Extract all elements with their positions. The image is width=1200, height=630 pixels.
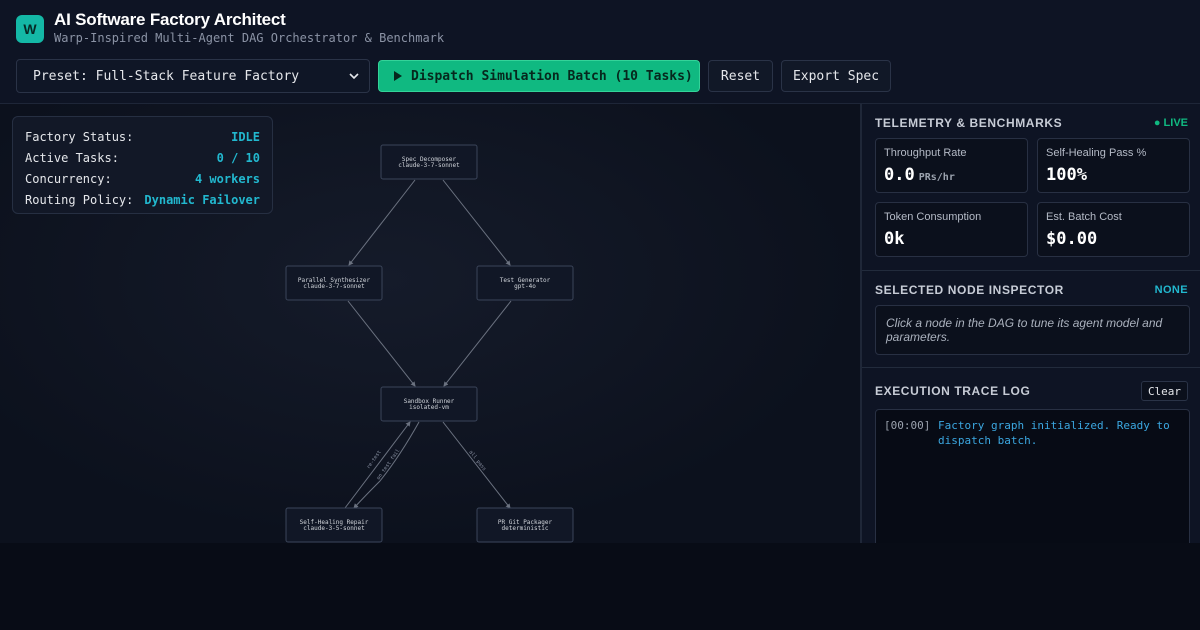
execution-trace-log[interactable]: [00:00] Factory graph initialized. Ready… xyxy=(875,409,1190,543)
metric-label: Throughput Rate xyxy=(884,147,967,159)
metric-token-consumption: Token Consumption 0k xyxy=(875,202,1028,257)
metric-batch-cost: Est. Batch Cost $0.00 xyxy=(1037,202,1190,257)
node-model: deterministic xyxy=(502,525,549,532)
header: W AI Software Factory Architect Warp-Ins… xyxy=(0,0,1200,104)
throughput-value: 0.0 xyxy=(884,165,915,185)
app-title: AI Software Factory Architect xyxy=(54,10,286,29)
dag-node-self-healing-repair[interactable]: Self-Healing Repair claude-3-5-sonnet xyxy=(285,507,383,543)
edge-spec-to-test xyxy=(442,179,511,266)
dag-node-sandbox-runner[interactable]: Sandbox Runner isolated-vm xyxy=(380,386,478,422)
status-value: IDLE xyxy=(231,129,260,144)
node-model: claude-3-7-sonnet xyxy=(303,283,365,290)
status-label: Factory Status: xyxy=(25,129,134,144)
metric-label: Self-Healing Pass % xyxy=(1046,147,1147,159)
edge-repair-to-sandbox xyxy=(344,421,411,509)
preset-select[interactable]: Preset: Full-Stack Feature Factory xyxy=(16,59,370,93)
clear-log-button[interactable]: Clear xyxy=(1141,381,1188,401)
inspector-hint: Click a node in the DAG to tune its agen… xyxy=(875,305,1190,355)
dispatch-button-label: Dispatch Simulation Batch (10 Tasks) xyxy=(411,68,693,84)
edge-sandbox-to-packager xyxy=(442,421,511,509)
status-label: Concurrency: xyxy=(25,171,112,186)
metric-value: 0k xyxy=(884,229,905,249)
edge-spec-to-synth xyxy=(348,179,416,266)
dag-node-spec-decomposer[interactable]: Spec Decomposer claude-3-7-sonnet xyxy=(380,144,478,180)
status-row-routing-policy: Routing Policy: Dynamic Failover xyxy=(25,189,260,210)
divider xyxy=(862,270,1200,271)
divider xyxy=(862,367,1200,368)
preset-select-value: Preset: Full-Stack Feature Factory xyxy=(33,68,300,84)
dag-node-parallel-synthesizer[interactable]: Parallel Synthesizer claude-3-7-sonnet xyxy=(285,265,383,301)
metric-throughput: Throughput Rate 0.0 PRs/hr xyxy=(875,138,1028,193)
status-label: Routing Policy: xyxy=(25,192,134,207)
edge-synth-to-sandbox xyxy=(347,300,416,387)
status-row-factory: Factory Status: IDLE xyxy=(25,126,260,147)
node-model: claude-3-7-sonnet xyxy=(398,162,460,169)
status-value: 4 workers xyxy=(194,171,260,186)
app-subtitle: Warp-Inspired Multi-Agent DAG Orchestrat… xyxy=(54,31,445,45)
export-spec-button[interactable]: Export Spec xyxy=(781,60,891,92)
app-window: W AI Software Factory Architect Warp-Ins… xyxy=(0,0,1200,543)
edge-test-to-sandbox xyxy=(443,300,512,387)
status-row-concurrency: Concurrency: 4 workers xyxy=(25,168,260,189)
app-logo: W xyxy=(16,15,44,43)
metric-label: Token Consumption xyxy=(884,211,982,223)
dag-canvas[interactable]: re-test on test fail all pass Spec Decom… xyxy=(0,104,860,543)
edge-label-all-pass: all pass xyxy=(467,450,487,473)
node-model: gpt-4o xyxy=(514,283,536,290)
right-panel: TELEMETRY & BENCHMARKS ● LIVE Throughput… xyxy=(860,104,1200,543)
dispatch-button[interactable]: Dispatch Simulation Batch (10 Tasks) xyxy=(378,60,700,92)
status-value: Dynamic Failover xyxy=(144,192,260,207)
selected-node-badge: NONE xyxy=(1154,284,1188,296)
throughput-unit: PRs/hr xyxy=(918,172,955,183)
node-model: claude-3-5-sonnet xyxy=(303,525,365,532)
metric-self-healing: Self-Healing Pass % 100% xyxy=(1037,138,1190,193)
dag-node-pr-git-packager[interactable]: PR Git Packager deterministic xyxy=(476,507,574,543)
metric-value: 100% xyxy=(1046,165,1087,185)
factory-status-card: Factory Status: IDLE Active Tasks: 0 / 1… xyxy=(12,116,273,214)
edge-label-retest: re-test xyxy=(366,449,383,470)
dag-node-test-generator[interactable]: Test Generator gpt-4o xyxy=(476,265,574,301)
status-label: Active Tasks: xyxy=(25,150,119,165)
metric-label: Est. Batch Cost xyxy=(1046,211,1122,223)
log-message: Factory graph initialized. Ready to disp… xyxy=(938,419,1170,447)
trace-title: EXECUTION TRACE LOG xyxy=(875,384,1031,398)
inspector-title: SELECTED NODE INSPECTOR xyxy=(875,283,1064,297)
status-row-active-tasks: Active Tasks: 0 / 10 xyxy=(25,147,260,168)
status-value: 0 / 10 xyxy=(216,150,260,165)
live-indicator: ● LIVE xyxy=(1153,117,1188,129)
log-entry: [00:00] Factory graph initialized. Ready… xyxy=(884,418,1181,448)
chevron-down-icon xyxy=(349,73,359,80)
play-icon xyxy=(394,71,402,81)
node-model: isolated-vm xyxy=(409,404,449,411)
log-timestamp: [00:00] xyxy=(884,419,931,432)
reset-button[interactable]: Reset xyxy=(708,60,773,92)
telemetry-title: TELEMETRY & BENCHMARKS xyxy=(875,116,1063,130)
metric-value: $0.00 xyxy=(1046,229,1098,249)
metric-value: 0.0 PRs/hr xyxy=(884,165,1019,185)
